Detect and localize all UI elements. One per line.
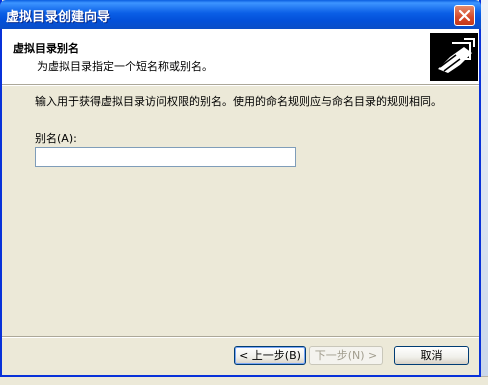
next-button[interactable]: 下一步(N) > bbox=[309, 346, 383, 365]
footer-separator bbox=[2, 336, 479, 338]
cancel-button[interactable]: 取消 bbox=[394, 346, 469, 365]
close-button[interactable] bbox=[454, 5, 475, 26]
header-subtitle: 为虚拟目录指定一个短名称或别名。 bbox=[37, 60, 213, 73]
wizard-window: 虚拟目录创建向导 虚拟目录别名 为虚拟目录指定一个短名称或别名。 输入用于获得虚… bbox=[0, 0, 481, 377]
header-title: 虚拟目录别名 bbox=[13, 42, 79, 55]
wizard-hand-document-icon bbox=[430, 33, 478, 81]
title-bar[interactable]: 虚拟目录创建向导 bbox=[0, 0, 481, 29]
window-title: 虚拟目录创建向导 bbox=[6, 10, 111, 25]
header-separator bbox=[2, 84, 479, 86]
back-button[interactable]: < 上一步(B) bbox=[234, 346, 306, 365]
description-text: 输入用于获得虚拟目录访问权限的别名。使用的命名规则应与命名目录的规则相同。 bbox=[35, 95, 442, 108]
alias-input[interactable] bbox=[35, 147, 296, 167]
desktop-background bbox=[481, 0, 488, 384]
wizard-header: 虚拟目录别名 为虚拟目录指定一个短名称或别名。 bbox=[2, 29, 479, 84]
close-icon bbox=[458, 9, 471, 22]
alias-label: 别名(A): bbox=[35, 132, 77, 145]
